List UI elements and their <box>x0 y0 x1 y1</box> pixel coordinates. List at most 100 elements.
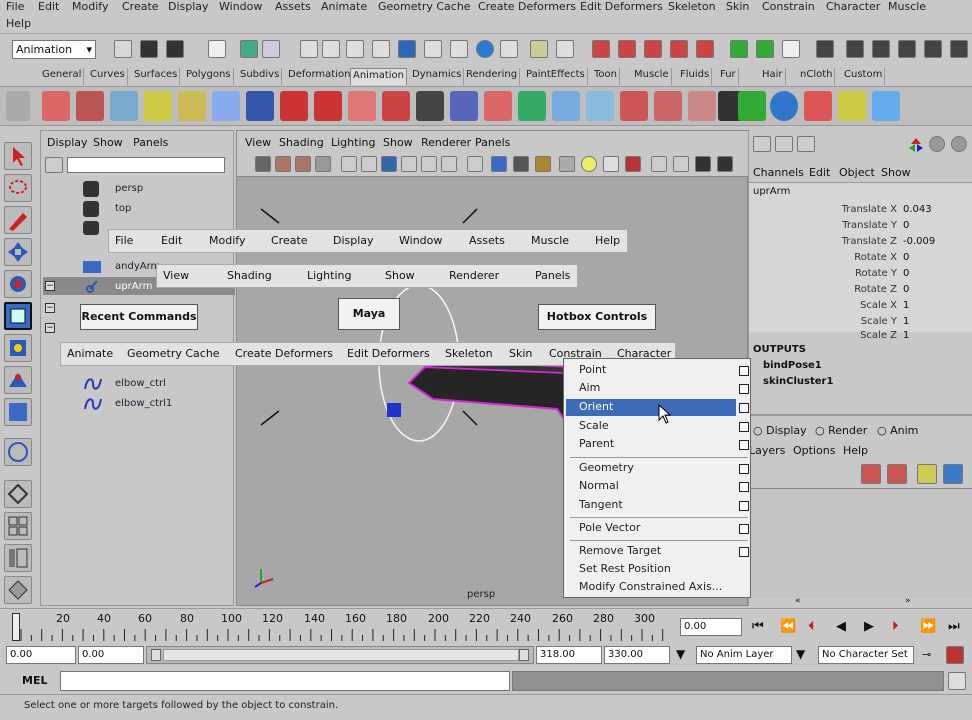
script-editor-icon[interactable] <box>948 672 966 690</box>
mel-label[interactable]: MEL <box>22 674 47 687</box>
hud-icon[interactable] <box>695 156 711 172</box>
play-forwards-icon[interactable]: ▶ <box>864 619 874 634</box>
xray-joints-icon[interactable] <box>673 156 689 172</box>
outliner-filter-icon[interactable] <box>45 157 63 173</box>
light-icon[interactable] <box>581 156 597 172</box>
menu-modify[interactable]: Modify <box>72 0 108 13</box>
animation-end-field[interactable]: 330.00 <box>604 646 670 664</box>
shelf-tool-5-icon[interactable] <box>178 91 206 121</box>
tab-general[interactable]: General <box>40 68 85 85</box>
menu-item-parent[interactable]: Parent <box>579 437 614 450</box>
outliner-item-elbow-ctrl[interactable]: elbow_ctrl <box>115 378 166 389</box>
show-manip-icon[interactable] <box>4 398 32 426</box>
pose-icon[interactable] <box>586 91 614 121</box>
magnet-icon[interactable] <box>592 40 610 58</box>
viewport-2-icon[interactable] <box>717 156 733 172</box>
single-pane-layout-icon[interactable] <box>4 480 32 508</box>
menu-character[interactable]: Character <box>826 0 880 13</box>
hotbox-edit-deformers[interactable]: Edit Deformers <box>347 347 430 360</box>
ik-handle-icon[interactable] <box>280 91 308 121</box>
high-quality-icon[interactable] <box>625 156 641 172</box>
hotbox-skeleton[interactable]: Skeleton <box>445 347 493 360</box>
tab-animation[interactable]: Animation <box>350 68 407 85</box>
channel-value-translate-x[interactable]: 0.043 <box>903 204 932 215</box>
locator-icon[interactable] <box>770 91 798 121</box>
new-layer-icon[interactable] <box>861 464 881 484</box>
viewport-menu-lighting[interactable]: Lighting <box>331 136 375 149</box>
make-live-icon[interactable] <box>398 40 416 58</box>
hotbox-recent-commands[interactable]: Recent Commands <box>80 304 198 330</box>
textured-icon[interactable] <box>535 156 551 172</box>
channel-value-rotate-x[interactable]: 0 <box>903 252 909 263</box>
hotbox-view[interactable]: View <box>163 269 189 282</box>
viewport-menu-view[interactable]: View <box>245 136 271 149</box>
hotbox-skin[interactable]: Skin <box>509 347 532 360</box>
hotbox-modify[interactable]: Modify <box>209 234 245 247</box>
constraint-icon[interactable] <box>620 91 648 121</box>
channel-value-scale-y[interactable]: 1 <box>903 316 909 327</box>
cluster-icon[interactable] <box>416 91 444 121</box>
blendshape-icon[interactable] <box>484 91 512 121</box>
scroll-left-icon[interactable]: « <box>795 596 801 606</box>
character-set-dropdown[interactable]: No Character Set <box>818 646 914 664</box>
outliner-item-persp[interactable]: persp <box>115 183 143 194</box>
character-icon[interactable] <box>552 91 580 121</box>
tab-fur[interactable]: Fur <box>718 68 739 85</box>
options-menu[interactable]: Options <box>793 444 835 457</box>
film-gate-icon[interactable] <box>361 156 377 172</box>
go-to-start-icon[interactable]: ⏮ <box>752 619 764 634</box>
remove-target-option-box-icon[interactable] <box>739 547 749 557</box>
universal-manip-icon[interactable] <box>4 334 32 362</box>
menu-geometry-cache[interactable]: Geometry Cache <box>378 0 471 13</box>
channel-value-translate-y[interactable]: 0 <box>903 220 909 231</box>
input-ops-icon[interactable] <box>450 40 468 58</box>
outliner-filter-input[interactable] <box>67 157 225 173</box>
channel-value-rotate-z[interactable]: 0 <box>903 284 909 295</box>
hotbox-shading[interactable]: Shading <box>227 269 272 282</box>
expand-icon[interactable]: − <box>45 281 55 291</box>
wireframe-icon[interactable] <box>467 156 483 172</box>
select-component-icon[interactable] <box>262 40 280 58</box>
menu-item-orient[interactable]: Orient <box>579 400 613 413</box>
playback-end-field[interactable]: 318.00 <box>536 646 602 664</box>
menu-item-point[interactable]: Point <box>579 363 606 376</box>
lasso-tool-icon[interactable] <box>4 174 32 202</box>
shadows-icon[interactable] <box>603 156 619 172</box>
hotbox-create-deformers[interactable]: Create Deformers <box>235 347 333 360</box>
hotbox-controls[interactable]: Hotbox Controls <box>538 304 656 330</box>
graph-layout-icon[interactable] <box>4 576 32 604</box>
lattice-icon[interactable] <box>450 91 478 121</box>
tab-subdivs[interactable]: Subdivs <box>238 68 283 85</box>
range-handle-right[interactable] <box>519 649 529 661</box>
outliner-item-top[interactable]: top <box>115 203 131 214</box>
tab-deformation[interactable]: Deformation <box>286 68 354 85</box>
menu-set-dropdown[interactable]: Animation ▾ <box>12 40 96 59</box>
range-bar[interactable] <box>146 646 534 664</box>
menu-item-modify-constrained-axis[interactable]: Modify Constrained Axis... <box>579 580 722 593</box>
sphere-icon[interactable] <box>929 136 945 152</box>
tab-dynamics[interactable]: Dynamics <box>410 68 465 85</box>
attribute-editor-icon[interactable] <box>730 40 748 58</box>
menu-create[interactable]: Create <box>122 0 159 13</box>
field-chart-icon[interactable] <box>421 156 437 172</box>
menu-item-geometry[interactable]: Geometry <box>579 461 634 474</box>
move-tool-icon[interactable] <box>4 238 32 266</box>
point-option-box-icon[interactable] <box>739 366 749 376</box>
menu-skeleton[interactable]: Skeleton <box>668 0 716 13</box>
animation-start-field[interactable]: 0.00 <box>6 646 76 664</box>
camera-attr-icon[interactable] <box>275 156 291 172</box>
magnet-icon-3[interactable] <box>644 40 662 58</box>
range-handle-left[interactable] <box>151 649 161 661</box>
outliner-menu-show[interactable]: Show <box>93 136 123 149</box>
anim-layer-radio[interactable]: ○ Anim <box>877 424 918 437</box>
channel-value-translate-z[interactable]: -0.009 <box>903 236 935 247</box>
normal-option-box-icon[interactable] <box>739 482 749 492</box>
panel-layout-icon-3[interactable] <box>872 40 890 58</box>
orient-option-box-icon[interactable] <box>739 403 749 413</box>
step-back-key-icon[interactable]: ⏴ <box>808 619 815 634</box>
paint-select-icon[interactable] <box>4 206 32 234</box>
hotbox-assets[interactable]: Assets <box>469 234 505 247</box>
tab-muscle[interactable]: Muscle <box>632 68 672 85</box>
hotbox-muscle[interactable]: Muscle <box>531 234 569 247</box>
grid-icon[interactable] <box>341 156 357 172</box>
